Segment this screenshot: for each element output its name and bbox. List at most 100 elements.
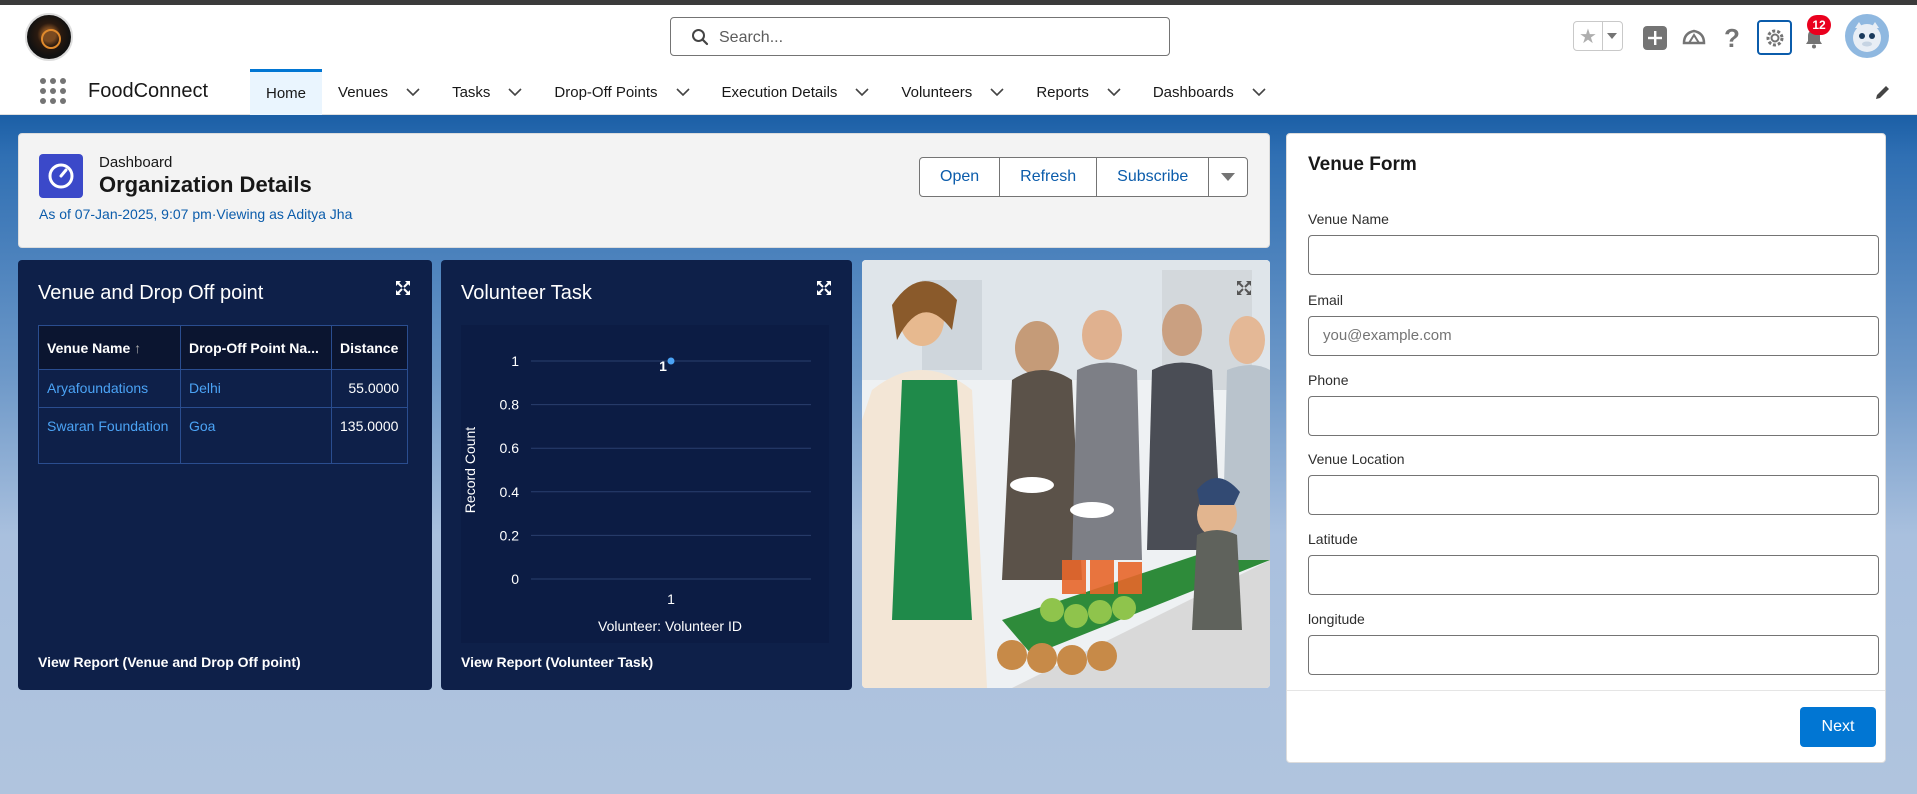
- help-button[interactable]: ?: [1717, 23, 1747, 53]
- venue-link[interactable]: Aryafoundations: [38, 369, 181, 408]
- card-title: Volunteer Task: [461, 282, 592, 304]
- chevron-down-icon: [1607, 33, 1618, 39]
- open-button[interactable]: Open: [919, 157, 1001, 197]
- phone-input[interactable]: [1308, 396, 1879, 436]
- table-row: Aryafoundations Delhi 55.0000: [38, 369, 408, 408]
- tab-reports[interactable]: Reports: [1020, 69, 1137, 115]
- distance-value: 55.0000: [331, 369, 408, 408]
- distance-value: 135.0000: [331, 407, 408, 464]
- pencil-icon: [1876, 86, 1889, 99]
- venue-table: Venue Name ↑ Drop-Off Point Na... Distan…: [38, 325, 408, 464]
- chart-svg: 1 0.8 0.6 0.4 0.2 0 1 1 Volunteer: Volunteer ID R…: [462, 353, 811, 634]
- more-actions-button[interactable]: [1208, 157, 1249, 197]
- tab-label: Dashboards: [1152, 83, 1234, 101]
- phone-label: Phone: [1308, 372, 1349, 388]
- search-icon: [691, 28, 709, 51]
- nav-tabs: Home Venues Tasks Drop-Off Points Execut…: [250, 69, 1282, 115]
- venue-link[interactable]: Swaran Foundation: [38, 407, 181, 464]
- column-header-venue-name[interactable]: Venue Name ↑: [38, 325, 181, 370]
- y-tick-label: 0.6: [500, 440, 520, 456]
- app-logo[interactable]: [25, 13, 73, 61]
- dashboard-header: Dashboard Organization Details As of 07-…: [18, 133, 1270, 248]
- y-tick-label: 0.4: [500, 484, 520, 500]
- latitude-label: Latitude: [1308, 531, 1358, 547]
- chevron-down-icon[interactable]: [855, 88, 869, 96]
- tab-venues[interactable]: Venues: [322, 69, 436, 115]
- volunteer-task-card: Volunteer Task 1 0.8 0.6 0.4 0.2 0 1 1 Volunteer…: [441, 260, 852, 690]
- expand-icon[interactable]: [1236, 280, 1252, 296]
- star-icon[interactable]: ★: [1574, 22, 1603, 50]
- volunteers-photo: [862, 260, 1270, 688]
- dashboard-timestamp: As of 07-Jan-2025, 9:07 pm·Viewing as Ad…: [39, 206, 353, 222]
- tab-drop-off-points[interactable]: Drop-Off Points: [538, 69, 705, 115]
- x-axis-label: Volunteer: Volunteer ID: [598, 618, 742, 634]
- venue-name-input[interactable]: [1308, 235, 1879, 275]
- app-name: FoodConnect: [88, 80, 209, 102]
- app-launcher-icon[interactable]: [39, 77, 67, 105]
- trailhead-button[interactable]: [1679, 23, 1709, 53]
- longitude-input[interactable]: [1308, 635, 1879, 675]
- data-point: [667, 357, 675, 365]
- y-tick-label: 1: [511, 353, 519, 369]
- notification-badge: 12: [1807, 15, 1831, 35]
- expand-icon[interactable]: [395, 280, 411, 296]
- global-search-input[interactable]: Search...: [670, 17, 1170, 56]
- venue-form: Venue Form Venue Name Email you@example.…: [1286, 133, 1886, 763]
- chevron-down-icon[interactable]: [1252, 88, 1266, 96]
- tab-dashboards[interactable]: Dashboards: [1137, 69, 1282, 115]
- setup-button[interactable]: [1757, 20, 1792, 55]
- x-tick-label: 1: [667, 591, 675, 607]
- y-tick-label: 0: [511, 571, 519, 587]
- view-report-link[interactable]: View Report (Venue and Drop Off point): [38, 654, 301, 670]
- tab-volunteers[interactable]: Volunteers: [885, 69, 1020, 115]
- venue-dropoff-card: Venue and Drop Off point Venue Name ↑ Dr…: [18, 260, 432, 690]
- tab-tasks[interactable]: Tasks: [436, 69, 538, 115]
- favorites-dropdown-button[interactable]: [1603, 22, 1622, 50]
- page-title: Organization Details: [99, 172, 312, 197]
- email-input[interactable]: you@example.com: [1308, 316, 1879, 356]
- data-label: 1: [659, 358, 667, 374]
- dropoff-link[interactable]: Delhi: [180, 369, 332, 408]
- form-title: Venue Form: [1308, 154, 1417, 175]
- latitude-input[interactable]: [1308, 555, 1879, 595]
- app-navigation-bar: FoodConnect Home Venues Tasks Drop-Off P…: [0, 69, 1917, 115]
- column-header-dropoff-point[interactable]: Drop-Off Point Na...: [180, 325, 332, 370]
- gear-icon: [1766, 29, 1783, 46]
- next-button[interactable]: Next: [1800, 707, 1876, 747]
- help-icon: ?: [1724, 22, 1740, 53]
- chevron-down-icon[interactable]: [1107, 88, 1121, 96]
- plus-icon: [1643, 26, 1667, 50]
- view-report-link[interactable]: View Report (Volunteer Task): [461, 654, 653, 670]
- tab-label: Volunteers: [901, 83, 973, 101]
- edit-nav-button[interactable]: [1874, 83, 1892, 106]
- tab-label: Reports: [1036, 83, 1089, 101]
- tab-execution-details[interactable]: Execution Details: [706, 69, 886, 115]
- dashboard-icon: [39, 154, 83, 198]
- venue-name-label: Venue Name: [1308, 211, 1389, 227]
- chevron-down-icon[interactable]: [508, 88, 522, 96]
- chevron-down-icon[interactable]: [675, 88, 690, 96]
- global-actions-button[interactable]: [1640, 23, 1670, 53]
- refresh-button[interactable]: Refresh: [999, 157, 1098, 197]
- tab-label: Home: [266, 85, 307, 102]
- tab-label: Drop-Off Points: [554, 83, 658, 101]
- chevron-down-icon[interactable]: [406, 88, 420, 96]
- table-header-row: Venue Name ↑ Drop-Off Point Na... Distan…: [38, 325, 408, 370]
- column-header-distance[interactable]: Distance: [331, 325, 408, 370]
- avatar[interactable]: [1845, 14, 1889, 58]
- dashboard-actions: Open Refresh Subscribe: [919, 157, 1249, 197]
- sort-ascending-icon: ↑: [134, 339, 142, 356]
- subscribe-button[interactable]: Subscribe: [1096, 157, 1210, 197]
- dashboard-label: Dashboard: [99, 154, 173, 171]
- table-row: Swaran Foundation Goa 135.0000: [38, 407, 408, 464]
- expand-icon[interactable]: [816, 280, 832, 296]
- chevron-down-icon: [1221, 173, 1236, 181]
- card-title: Venue and Drop Off point: [38, 282, 264, 304]
- tab-home[interactable]: Home: [250, 69, 323, 115]
- venue-location-input[interactable]: [1308, 475, 1879, 515]
- search-placeholder: Search...: [719, 29, 784, 46]
- chevron-down-icon[interactable]: [990, 88, 1004, 96]
- global-header: Search... ★ ? 12: [0, 5, 1917, 69]
- dropoff-link[interactable]: Goa: [180, 407, 332, 464]
- tab-label: Execution Details: [721, 83, 838, 101]
